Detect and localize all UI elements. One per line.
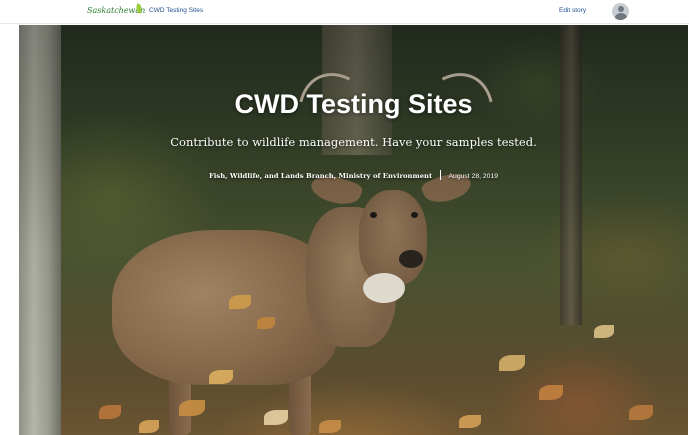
user-avatar-icon[interactable] bbox=[612, 3, 629, 20]
avatar-body bbox=[614, 13, 627, 20]
publish-date: August 28, 2019 bbox=[448, 173, 499, 180]
author-name: Fish, Wildlife, and Lands Branch, Minist… bbox=[208, 172, 433, 180]
hero-subtitle: Contribute to wildlife management. Have … bbox=[170, 135, 537, 149]
edit-story-link[interactable]: Edit story bbox=[559, 7, 586, 14]
top-bar: Saskatchewan CWD Testing Sites Edit stor… bbox=[0, 0, 689, 24]
hero-title: CWD Testing Sites bbox=[234, 89, 473, 119]
avatar-head bbox=[617, 6, 624, 12]
hero-section: CWD Testing Sites Contribute to wildlife… bbox=[19, 25, 688, 435]
hero-overlay bbox=[19, 25, 688, 435]
byline-divider bbox=[440, 170, 441, 180]
byline: Fish, Wildlife, and Lands Branch, Minist… bbox=[19, 170, 688, 180]
story-title[interactable]: CWD Testing Sites bbox=[149, 7, 203, 14]
